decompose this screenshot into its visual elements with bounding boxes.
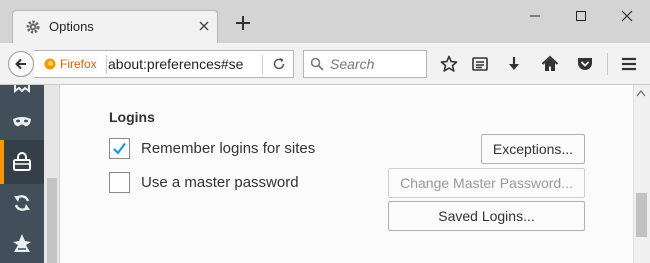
checkmark-icon [113,142,126,155]
identity-label: Firefox [60,57,97,71]
lock-icon [13,152,31,171]
saved-logins-button[interactable]: Saved Logins... [388,201,585,231]
sidebar-item-content-icon[interactable] [12,85,32,97]
remember-logins-label[interactable]: Remember logins for sites [141,140,315,157]
search-icon [310,57,324,71]
tab-title: Options [49,19,94,34]
sidebar-item-advanced-icon[interactable] [12,233,32,253]
content-scrollbar-thumb[interactable] [636,193,647,237]
toolbar-divider [607,53,608,75]
sidebar-item-privacy-icon[interactable] [12,112,32,132]
url-text[interactable]: about:preferences#se [108,56,243,72]
bookmarks-list-icon[interactable] [471,55,489,73]
nav-bar: Firefox about:preferences#se Search [0,43,650,85]
firefox-icon [44,58,56,70]
sidebar-scrollbar-thumb[interactable] [47,178,57,263]
gear-icon [26,20,40,34]
maximize-icon[interactable] [558,0,604,32]
search-bar[interactable]: Search [303,50,427,78]
download-icon[interactable] [505,55,523,73]
bookmark-star-icon[interactable] [440,55,458,73]
url-divider [106,55,107,74]
search-placeholder: Search [330,56,375,72]
tab-options[interactable]: Options [12,10,218,43]
minimize-icon[interactable] [512,0,558,32]
change-master-password-button[interactable]: Change Master Password... [388,168,585,198]
url-bar[interactable]: Firefox about:preferences#se [34,50,294,78]
reload-divider [262,55,263,74]
back-arrow-icon [15,58,26,70]
pocket-icon[interactable] [576,55,594,73]
reload-icon[interactable] [272,57,286,71]
hamburger-menu-icon[interactable] [620,55,638,73]
remember-logins-checkbox[interactable] [109,138,130,159]
sidebar-item-sync-icon[interactable] [12,193,32,213]
master-password-label[interactable]: Use a master password [141,174,299,191]
home-icon[interactable] [541,55,559,73]
master-password-checkbox[interactable] [109,172,130,193]
scroll-up-arrow-icon[interactable] [636,89,646,97]
close-icon[interactable] [195,17,213,35]
window-close-icon[interactable] [604,0,650,32]
sidebar-active-indicator [0,140,4,184]
new-tab-icon[interactable] [236,16,250,30]
exceptions-button[interactable]: Exceptions... [481,134,585,164]
back-button[interactable] [8,51,34,77]
section-heading-logins: Logins [109,109,155,125]
